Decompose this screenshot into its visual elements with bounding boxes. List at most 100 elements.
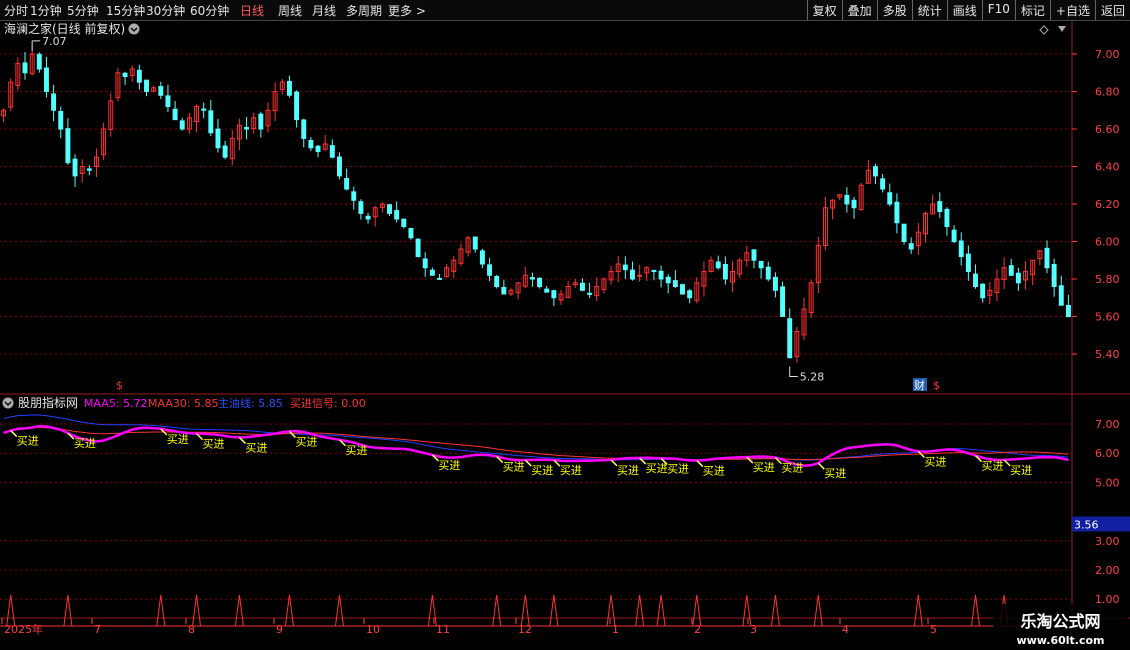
buy-signal-text: 买进: [924, 455, 946, 468]
candle: [308, 137, 314, 151]
candle: [751, 249, 757, 269]
candle-body: [758, 260, 764, 269]
candle: [944, 207, 950, 236]
candle: [851, 196, 857, 219]
candle: [479, 248, 485, 269]
candle-body: [122, 72, 128, 78]
toolbar-button-6[interactable]: 标记: [1014, 0, 1050, 20]
tab-period-8[interactable]: 月线: [312, 2, 336, 19]
event-marker-dividend-2: $: [933, 379, 940, 392]
candle: [15, 57, 21, 91]
candle-body: [680, 284, 685, 295]
candle-body: [965, 253, 971, 273]
candle: [844, 187, 850, 213]
candle: [1037, 249, 1043, 266]
candle-body: [65, 128, 71, 164]
candle: [1001, 257, 1007, 290]
toolbar-button-3[interactable]: 统计: [911, 0, 947, 20]
dropdown-triangle-icon[interactable]: [1058, 26, 1066, 32]
candle: [358, 199, 364, 220]
toolbar-button-0[interactable]: 复权: [806, 0, 842, 20]
candle: [36, 52, 42, 73]
tab-period-2[interactable]: 5分钟: [67, 2, 99, 19]
candle: [465, 235, 471, 257]
y-tick-main-1: 6.80: [1095, 86, 1120, 99]
y-tick-main-6: 5.80: [1095, 273, 1120, 286]
candle: [908, 237, 914, 254]
candle: [744, 245, 750, 267]
candle: [687, 288, 693, 304]
candle: [272, 82, 278, 121]
candle-body: [944, 208, 950, 228]
toolbar-button-1[interactable]: 叠加: [841, 0, 877, 20]
candle: [251, 112, 257, 134]
diamond-icon[interactable]: [1039, 25, 1049, 35]
candle: [680, 283, 685, 295]
candle-body: [951, 229, 957, 242]
candle: [808, 279, 814, 318]
candle: [787, 308, 793, 359]
candle-body: [715, 261, 721, 269]
indicator-name: 股朋指标网: [18, 395, 78, 410]
tab-period-6[interactable]: 日线: [240, 2, 264, 19]
candle-body: [844, 194, 850, 205]
candle: [951, 225, 957, 244]
candle-body: [165, 95, 171, 108]
candle-body: [222, 145, 228, 158]
candle: [837, 194, 843, 201]
y-tick-main-8: 5.40: [1095, 348, 1120, 361]
candle: [401, 218, 407, 229]
toolbar-button-2[interactable]: 多股: [876, 0, 912, 20]
buy-signal-text: 买进: [438, 459, 460, 472]
candle: [694, 277, 700, 304]
candle: [322, 134, 328, 151]
high-marker: [31, 40, 41, 51]
toolbar-button-7[interactable]: +自选: [1049, 0, 1095, 20]
candle: [172, 101, 178, 121]
candle: [315, 144, 321, 158]
tab-period-7[interactable]: 周线: [278, 2, 302, 19]
buy-signal-text: 买进: [824, 467, 846, 480]
kline-chart[interactable]: 海澜之家(日线 前复权) 7.00 6.80 6.60 6.40 6.20 6.00 5.8…: [0, 21, 1130, 650]
tab-period-9[interactable]: 多周期: [346, 2, 382, 19]
candle: [708, 256, 714, 273]
buy-signal-text: 买进: [1010, 464, 1032, 477]
candle-body: [422, 258, 428, 269]
tab-period-5[interactable]: 60分钟: [190, 2, 229, 19]
tab-period-10[interactable]: 更多 >: [388, 2, 426, 19]
candle: [158, 81, 164, 99]
indicator-menu-icon[interactable]: [2, 397, 14, 409]
candle: [351, 186, 357, 210]
candle: [43, 56, 49, 98]
candle-body: [351, 191, 357, 201]
candle: [222, 140, 228, 160]
toolbar-button-4[interactable]: 画线: [946, 0, 982, 20]
tab-period-4[interactable]: 30分钟: [146, 2, 185, 19]
tab-period-1[interactable]: 1分钟: [30, 2, 62, 19]
tab-period-0[interactable]: 分时: [4, 2, 28, 19]
candle: [394, 201, 400, 223]
candle: [265, 102, 271, 133]
candle-body: [58, 111, 64, 130]
candle-body: [1044, 247, 1050, 269]
tab-period-3[interactable]: 15分钟: [106, 2, 145, 19]
toolbar-button-5[interactable]: F10: [981, 0, 1015, 20]
candle: [579, 278, 585, 292]
buy-signal-text: 买进: [646, 462, 668, 475]
candle: [894, 193, 900, 234]
x-label-4: 10: [366, 623, 380, 636]
candle-body: [258, 113, 264, 130]
candle: [622, 256, 628, 279]
candle-body: [286, 80, 292, 96]
candle: [594, 277, 600, 302]
candle-body: [329, 145, 335, 158]
buy-signal-text: 买进: [703, 465, 725, 478]
candle: [987, 282, 993, 305]
chevron-down-icon[interactable]: [128, 23, 140, 35]
buy-signal-text: 买进: [503, 460, 525, 473]
toolbar-button-8[interactable]: 返回: [1094, 0, 1130, 20]
candle: [372, 205, 378, 227]
candle-body: [658, 270, 664, 280]
x-label-7: 1: [612, 623, 619, 636]
candle: [101, 122, 107, 160]
